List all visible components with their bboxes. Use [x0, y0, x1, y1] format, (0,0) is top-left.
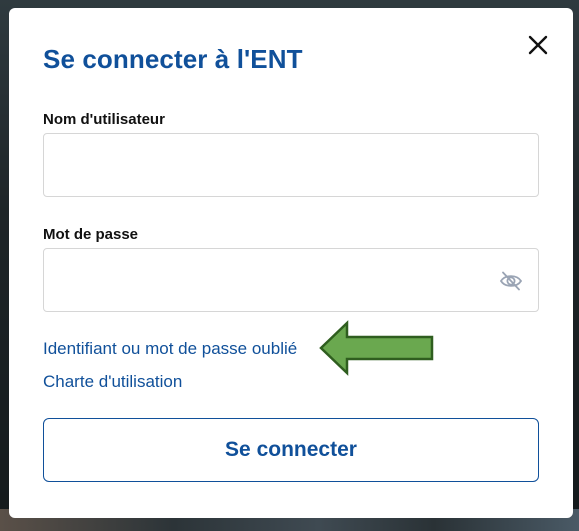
password-label: Mot de passe — [43, 226, 139, 243]
toggle-password-visibility-button[interactable] — [498, 268, 524, 294]
username-input[interactable] — [44, 134, 538, 196]
arrow-annotation-icon — [319, 320, 434, 376]
close-button[interactable] — [523, 30, 553, 60]
modal-title: Se connecter à l'ENT — [43, 44, 303, 74]
usage-charter-link[interactable]: Charte d'utilisation — [43, 372, 182, 392]
login-modal: Se connecter à l'ENT Nom d'utilisateur M… — [9, 8, 573, 518]
password-input[interactable] — [44, 249, 538, 311]
login-submit-button[interactable]: Se connecter — [43, 418, 539, 482]
forgot-credentials-link[interactable]: Identifiant ou mot de passe oublié — [43, 339, 297, 359]
password-field-container — [43, 248, 539, 312]
username-label: Nom d'utilisateur — [43, 111, 165, 128]
eye-slash-icon — [499, 271, 523, 291]
close-icon — [528, 35, 548, 55]
username-field-container — [43, 133, 539, 197]
